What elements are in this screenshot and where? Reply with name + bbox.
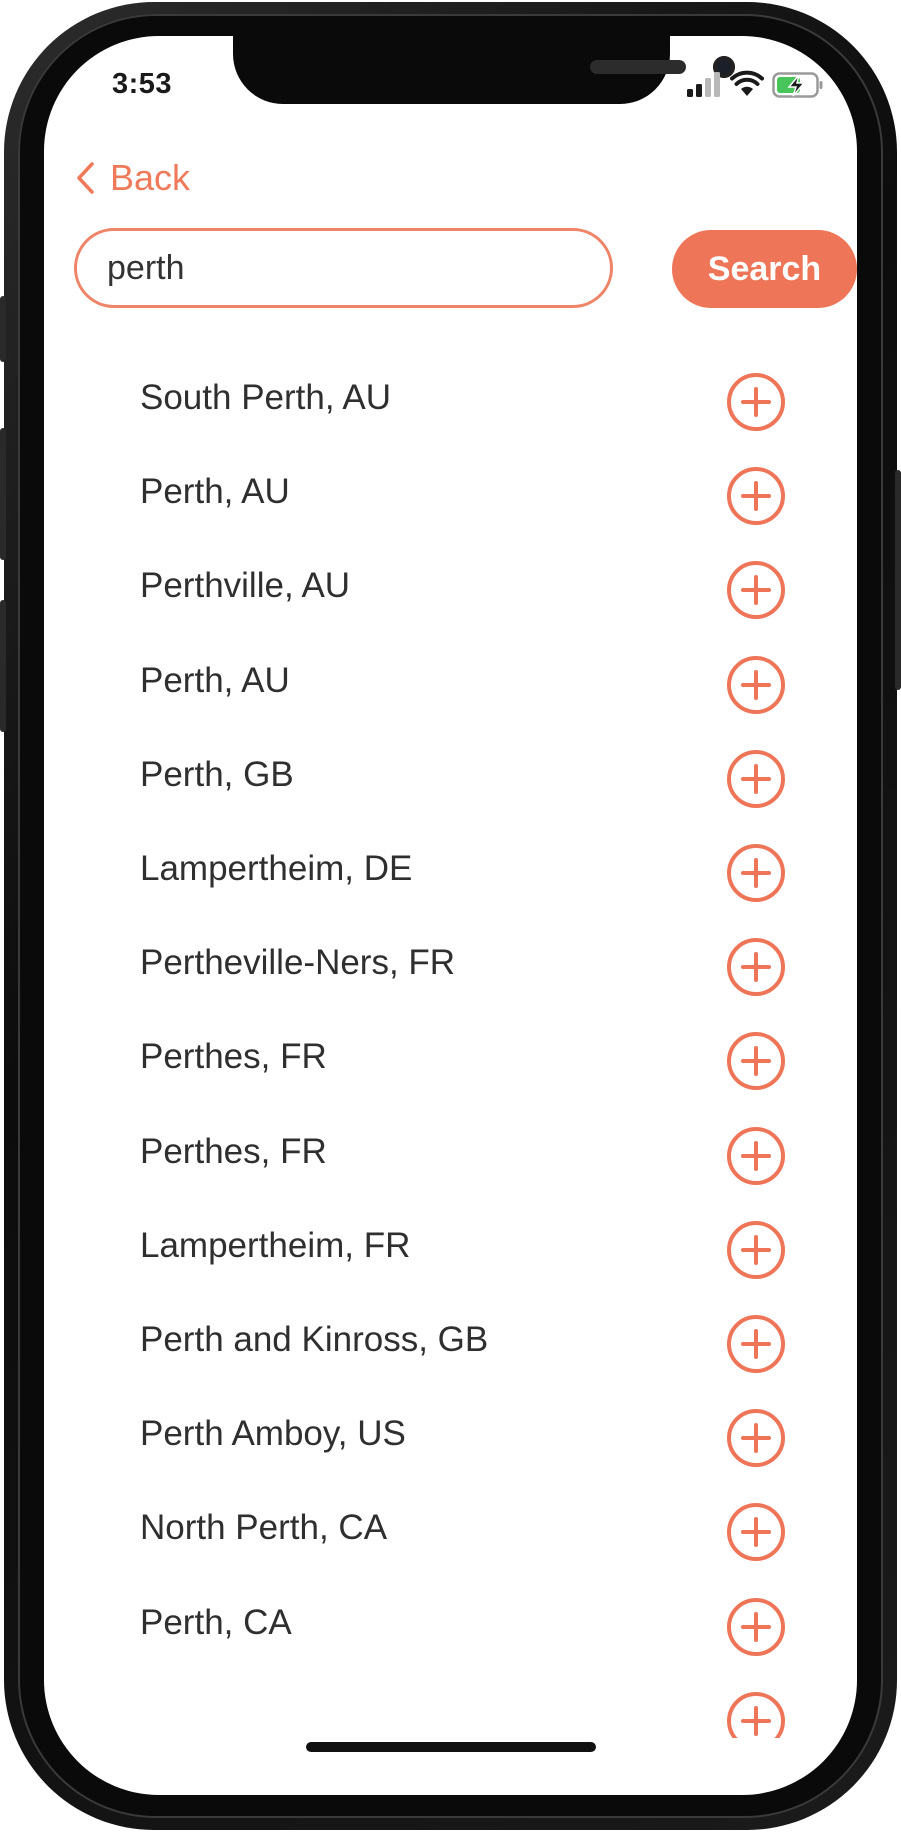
plus-circle-icon[interactable] xyxy=(726,1597,786,1657)
plus-circle-icon[interactable] xyxy=(726,1126,786,1186)
power-button xyxy=(895,470,901,690)
plus-circle-icon[interactable] xyxy=(726,1502,786,1562)
result-label: Perth Amboy, US xyxy=(140,1414,406,1453)
result-label: Perth, CA xyxy=(140,1603,292,1642)
cellular-signal-icon xyxy=(687,72,720,97)
result-label: Lampertheim, DE xyxy=(140,849,413,888)
search-input[interactable] xyxy=(74,228,613,308)
search-bar: Search xyxy=(74,228,857,308)
results-list: South Perth, AU Perth, AU Perthville, AU Pe… xyxy=(44,356,857,1738)
plus-circle-icon[interactable] xyxy=(726,843,786,903)
chevron-left-icon xyxy=(77,162,94,194)
battery-charging-icon xyxy=(772,72,823,98)
list-item: Perth, GB xyxy=(44,733,857,827)
list-item: Perthville, AU xyxy=(44,544,857,638)
back-label: Back xyxy=(110,157,191,198)
search-button[interactable]: Search xyxy=(672,230,857,308)
result-label: Perth, AU xyxy=(140,472,290,511)
result-label: Perthes, FR xyxy=(140,1037,327,1076)
plus-circle-icon[interactable] xyxy=(726,1031,786,1091)
list-item: Perth, AU xyxy=(44,450,857,544)
plus-circle-icon[interactable] xyxy=(726,937,786,997)
list-item: Perth, CA xyxy=(44,1581,857,1675)
speaker-grille xyxy=(590,60,686,74)
status-icons xyxy=(686,70,836,100)
list-item: North Perth, CA xyxy=(44,1486,857,1580)
list-item: Perth, AU xyxy=(44,639,857,733)
plus-circle-icon[interactable] xyxy=(726,1314,786,1374)
back-button[interactable]: Back xyxy=(74,156,254,200)
wifi-icon xyxy=(730,70,764,96)
plus-circle-icon[interactable] xyxy=(726,1691,786,1738)
mute-switch xyxy=(0,296,6,362)
notch xyxy=(233,36,735,104)
result-label: Perth, GB xyxy=(140,755,294,794)
plus-circle-icon[interactable] xyxy=(726,749,786,809)
home-indicator xyxy=(306,1742,596,1752)
result-label: South Perth, AU xyxy=(140,378,391,417)
result-label: Perthville, AU xyxy=(140,566,351,605)
volume-up-button xyxy=(0,428,6,560)
result-label: Pertheville-Ners, FR xyxy=(140,943,456,982)
list-item: Perthes, FR xyxy=(44,1110,857,1204)
phone-frame: 3:53 Back perth Search South Perth, AU P… xyxy=(0,0,901,1832)
list-item-partial xyxy=(44,1675,857,1738)
plus-circle-icon[interactable] xyxy=(726,1220,786,1280)
result-label: Lampertheim, FR xyxy=(140,1226,411,1265)
list-item: Perth and Kinross, GB xyxy=(44,1298,857,1392)
list-item: Lampertheim, FR xyxy=(44,1204,857,1298)
plus-circle-icon[interactable] xyxy=(726,372,786,432)
result-label: Perthes, FR xyxy=(140,1132,327,1171)
result-label: North Perth, CA xyxy=(140,1508,388,1547)
list-item: Perth Amboy, US xyxy=(44,1392,857,1486)
result-label: Perth, AU xyxy=(140,661,290,700)
volume-down-button xyxy=(0,600,6,732)
plus-circle-icon[interactable] xyxy=(726,1408,786,1468)
list-item: Perthes, FR xyxy=(44,1015,857,1109)
status-time: 3:53 xyxy=(112,68,173,100)
screen: 3:53 Back perth Search South Perth, AU P… xyxy=(44,36,857,1795)
result-label: Perth and Kinross, GB xyxy=(140,1320,489,1359)
plus-circle-icon[interactable] xyxy=(726,466,786,526)
plus-circle-icon[interactable] xyxy=(726,655,786,715)
plus-circle-icon[interactable] xyxy=(726,560,786,620)
list-item: Lampertheim, DE xyxy=(44,827,857,921)
list-item: South Perth, AU xyxy=(44,356,857,450)
list-item: Pertheville-Ners, FR xyxy=(44,921,857,1015)
